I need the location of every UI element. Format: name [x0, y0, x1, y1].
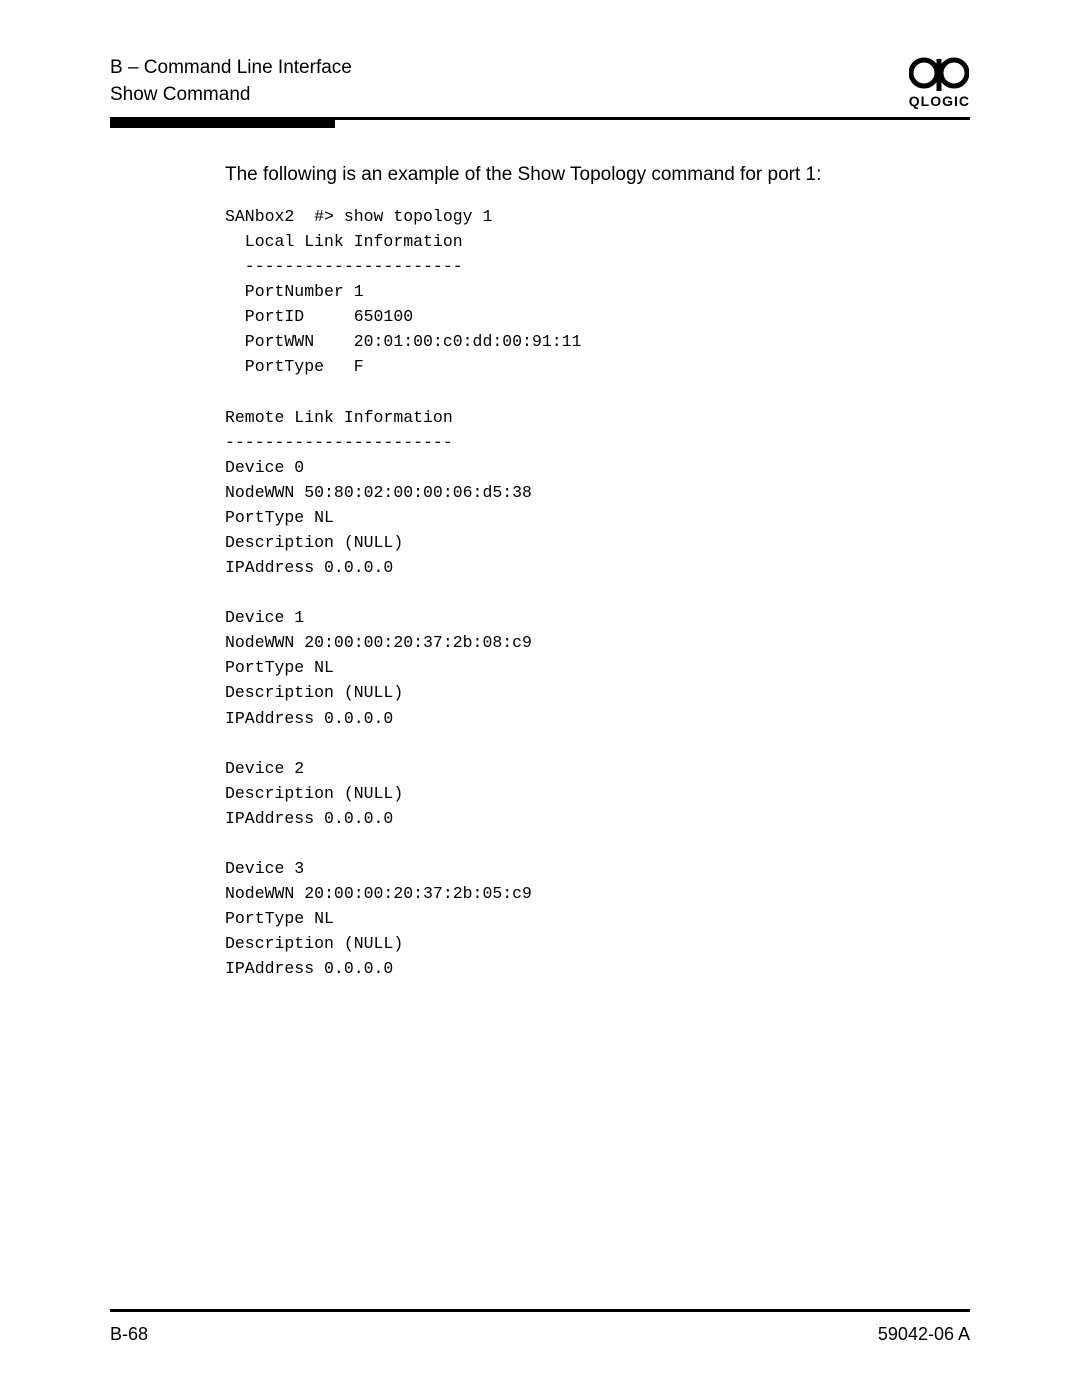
page-header: B – Command Line Interface Show Command …: [110, 55, 970, 109]
header-black-bar: [110, 120, 335, 128]
page-footer: B-68 59042-06 A: [110, 1324, 970, 1345]
header-left-block: B – Command Line Interface Show Command: [110, 55, 352, 108]
intro-text: The following is an example of the Show …: [225, 164, 970, 186]
header-title-line1: B – Command Line Interface: [110, 55, 352, 82]
qlogic-logo-icon: [909, 55, 969, 91]
header-title-line2: Show Command: [110, 82, 352, 109]
footer-rule: [110, 1309, 970, 1312]
page-container: B – Command Line Interface Show Command …: [0, 0, 1080, 1397]
header-right-block: QLOGIC: [909, 55, 970, 109]
doc-id: 59042-06 A: [878, 1324, 970, 1345]
code-block: SANbox2 #> show topology 1 Local Link In…: [225, 204, 970, 981]
page-number: B-68: [110, 1324, 148, 1345]
logo-text: QLOGIC: [909, 93, 970, 109]
